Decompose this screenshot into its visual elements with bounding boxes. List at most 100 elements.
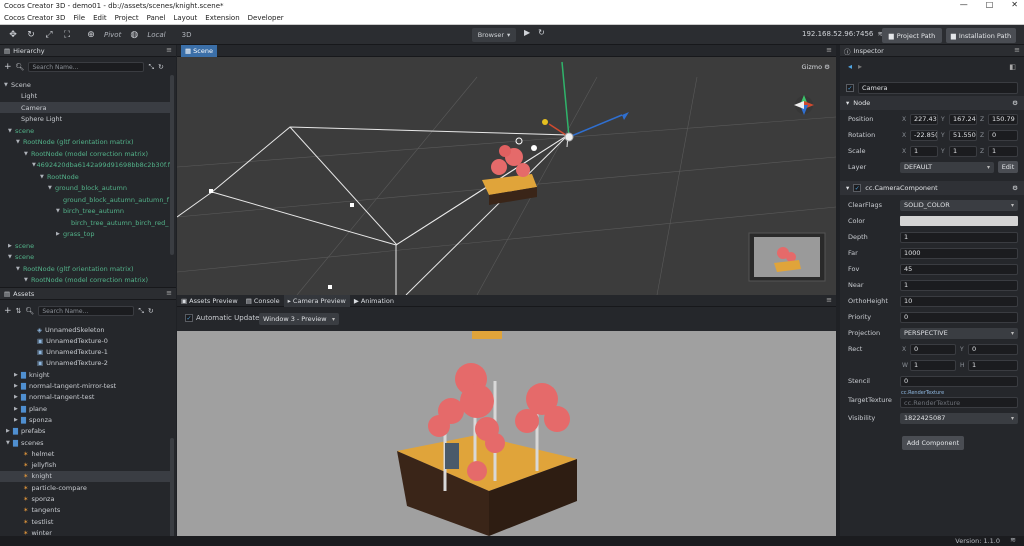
scene-viewport[interactable]: [177, 57, 836, 295]
chevron-down-icon[interactable]: ▼: [56, 208, 63, 214]
hierarchy-node[interactable]: ground_block_autumn_autumn_f: [0, 194, 170, 205]
project-path-button[interactable]: ▆ Project Path: [882, 28, 942, 43]
asset-item[interactable]: ▣ UnnamedTexture-1: [0, 347, 170, 358]
chevron-right-icon[interactable]: ▶: [6, 428, 13, 434]
rotation-x-field[interactable]: -22.85(: [910, 129, 938, 141]
hierarchy-node[interactable]: ▼ Scene: [0, 79, 170, 90]
clearflags-select[interactable]: SOLID_COLOR: [900, 199, 1018, 211]
scale-tool-icon[interactable]: ⤢: [44, 30, 54, 40]
pivot-icon[interactable]: ⊕: [86, 30, 96, 40]
installation-path-button[interactable]: ▆ Installation Path: [946, 28, 1016, 43]
hierarchy-node[interactable]: ▶ scene: [0, 240, 170, 251]
near-field[interactable]: 1: [900, 279, 1018, 291]
maximize-button[interactable]: □: [986, 0, 994, 9]
move-tool-icon[interactable]: ✥: [8, 30, 18, 40]
asset-item[interactable]: ▶ ▇ sponza: [0, 414, 170, 425]
local-icon[interactable]: ◍: [129, 30, 139, 40]
menu-file[interactable]: File: [73, 14, 85, 22]
panel-menu-icon[interactable]: ≡: [166, 289, 172, 297]
local-toggle[interactable]: Local: [147, 31, 165, 39]
search-type-icon[interactable]: 🔍︎: [16, 63, 25, 71]
rotation-y-field[interactable]: 51.550: [949, 129, 977, 141]
sphere-light-icon[interactable]: [531, 145, 537, 151]
back-icon[interactable]: ◂: [848, 62, 852, 71]
transform-gizmo[interactable]: [542, 61, 629, 142]
forward-icon[interactable]: ▸: [858, 62, 862, 71]
asset-item[interactable]: ▶ ▇ prefabs: [0, 426, 170, 437]
view-orientation-gizmo[interactable]: [794, 95, 814, 115]
hierarchy-node[interactable]: birch_tree_autumn_birch_red_: [0, 217, 170, 228]
assets-search-input[interactable]: Search Name...: [38, 306, 135, 316]
chevron-right-icon[interactable]: ▶: [14, 417, 21, 423]
tab-animation[interactable]: ▶ Animation: [350, 295, 398, 307]
node-active-checkbox[interactable]: ✓: [846, 84, 854, 92]
asset-item[interactable]: ▣ UnnamedTexture-0: [0, 335, 170, 346]
refresh-icon[interactable]: ↻: [538, 28, 545, 37]
refresh-icon[interactable]: ↻: [158, 63, 164, 71]
add-node-icon[interactable]: +: [4, 62, 12, 72]
menu-panel[interactable]: Panel: [147, 14, 166, 22]
hierarchy-node[interactable]: Light: [0, 91, 170, 102]
add-asset-icon[interactable]: +: [4, 306, 12, 316]
asset-item[interactable]: ✶ testlist: [0, 516, 170, 527]
orthoheight-field[interactable]: 10: [900, 295, 1018, 307]
chevron-down-icon[interactable]: ▼: [6, 440, 13, 446]
layer-select[interactable]: DEFAULT: [900, 161, 994, 173]
projection-select[interactable]: PERSPECTIVE: [900, 327, 1018, 339]
rect-h-field[interactable]: 1: [968, 359, 1018, 371]
rotation-z-field[interactable]: 0: [988, 129, 1018, 141]
position-y-field[interactable]: 167.24: [949, 113, 977, 125]
hierarchy-node[interactable]: ▼ scene: [0, 125, 170, 136]
refresh-icon[interactable]: ↻: [148, 307, 154, 315]
hierarchy-node[interactable]: ▼ RootNode: [0, 171, 170, 182]
visibility-select[interactable]: 1822425087: [900, 412, 1018, 424]
scale-x-field[interactable]: 1: [910, 145, 938, 157]
menu-project[interactable]: Project: [115, 14, 139, 22]
asset-item[interactable]: ▶ ▇ knight: [0, 369, 170, 380]
stencil-field[interactable]: 0: [900, 375, 1018, 387]
chevron-down-icon[interactable]: ▼: [4, 82, 11, 88]
menu-edit[interactable]: Edit: [93, 14, 107, 22]
hierarchy-node[interactable]: ▼ birch_tree_autumn: [0, 206, 170, 217]
asset-item[interactable]: ✶ particle-compare: [0, 482, 170, 493]
depth-field[interactable]: 1: [900, 231, 1018, 243]
hierarchy-scrollbar[interactable]: [170, 75, 174, 255]
node-section-header[interactable]: ▾ Node ⚙: [840, 96, 1024, 110]
hierarchy-node[interactable]: ▼ RootNode (model correction matrix): [0, 148, 170, 159]
node-name-field[interactable]: Camera: [858, 82, 1018, 94]
layer-edit-button[interactable]: Edit: [998, 161, 1018, 173]
chevron-down-icon[interactable]: ▼: [16, 266, 23, 272]
chevron-down-icon[interactable]: ▼: [8, 254, 15, 260]
automatic-updates-checkbox[interactable]: ✓ Automatic Updates: [185, 314, 263, 322]
hierarchy-node[interactable]: Camera: [0, 102, 170, 113]
minimize-button[interactable]: —: [960, 0, 968, 9]
menu-layout[interactable]: Layout: [173, 14, 197, 22]
gear-icon[interactable]: ⚙: [1012, 99, 1018, 107]
asset-item[interactable]: ▶ ▇ normal-tangent-mirror-test: [0, 381, 170, 392]
chevron-right-icon[interactable]: ▶: [14, 372, 21, 378]
rect-w-field[interactable]: 1: [910, 359, 956, 371]
rect-x-field[interactable]: 0: [910, 343, 956, 355]
asset-item[interactable]: ▼ ▇ scenes: [0, 437, 170, 448]
chevron-right-icon[interactable]: ▶: [14, 383, 21, 389]
position-x-field[interactable]: 227.43: [910, 113, 938, 125]
chevron-down-icon[interactable]: ▼: [8, 128, 15, 134]
hierarchy-node[interactable]: ▼ RootNode (model correction matrix): [0, 275, 170, 286]
rotate-tool-icon[interactable]: ↻: [26, 30, 36, 40]
color-swatch[interactable]: [900, 216, 1018, 226]
asset-item[interactable]: ✶ knight: [0, 470, 170, 482]
collapse-icon[interactable]: ⤡: [148, 63, 154, 72]
menu-developer[interactable]: Developer: [248, 14, 284, 22]
assets-scrollbar[interactable]: [170, 438, 174, 538]
frustum-handle[interactable]: [209, 189, 213, 193]
chevron-down-icon[interactable]: ▼: [24, 151, 31, 157]
targettexture-field[interactable]: cc.RenderTexture: [900, 397, 1018, 408]
far-field[interactable]: 1000: [900, 247, 1018, 259]
tab-scene[interactable]: ▦ Scene: [181, 44, 217, 57]
asset-item[interactable]: ▶ ▇ normal-tangent-test: [0, 392, 170, 403]
asset-item[interactable]: ✶ tangents: [0, 505, 170, 516]
panel-menu-icon[interactable]: ≡: [1014, 46, 1020, 54]
chevron-down-icon[interactable]: ▼: [48, 185, 55, 191]
lock-icon[interactable]: ◧: [1009, 63, 1016, 71]
asset-item[interactable]: ✶ sponza: [0, 494, 170, 505]
